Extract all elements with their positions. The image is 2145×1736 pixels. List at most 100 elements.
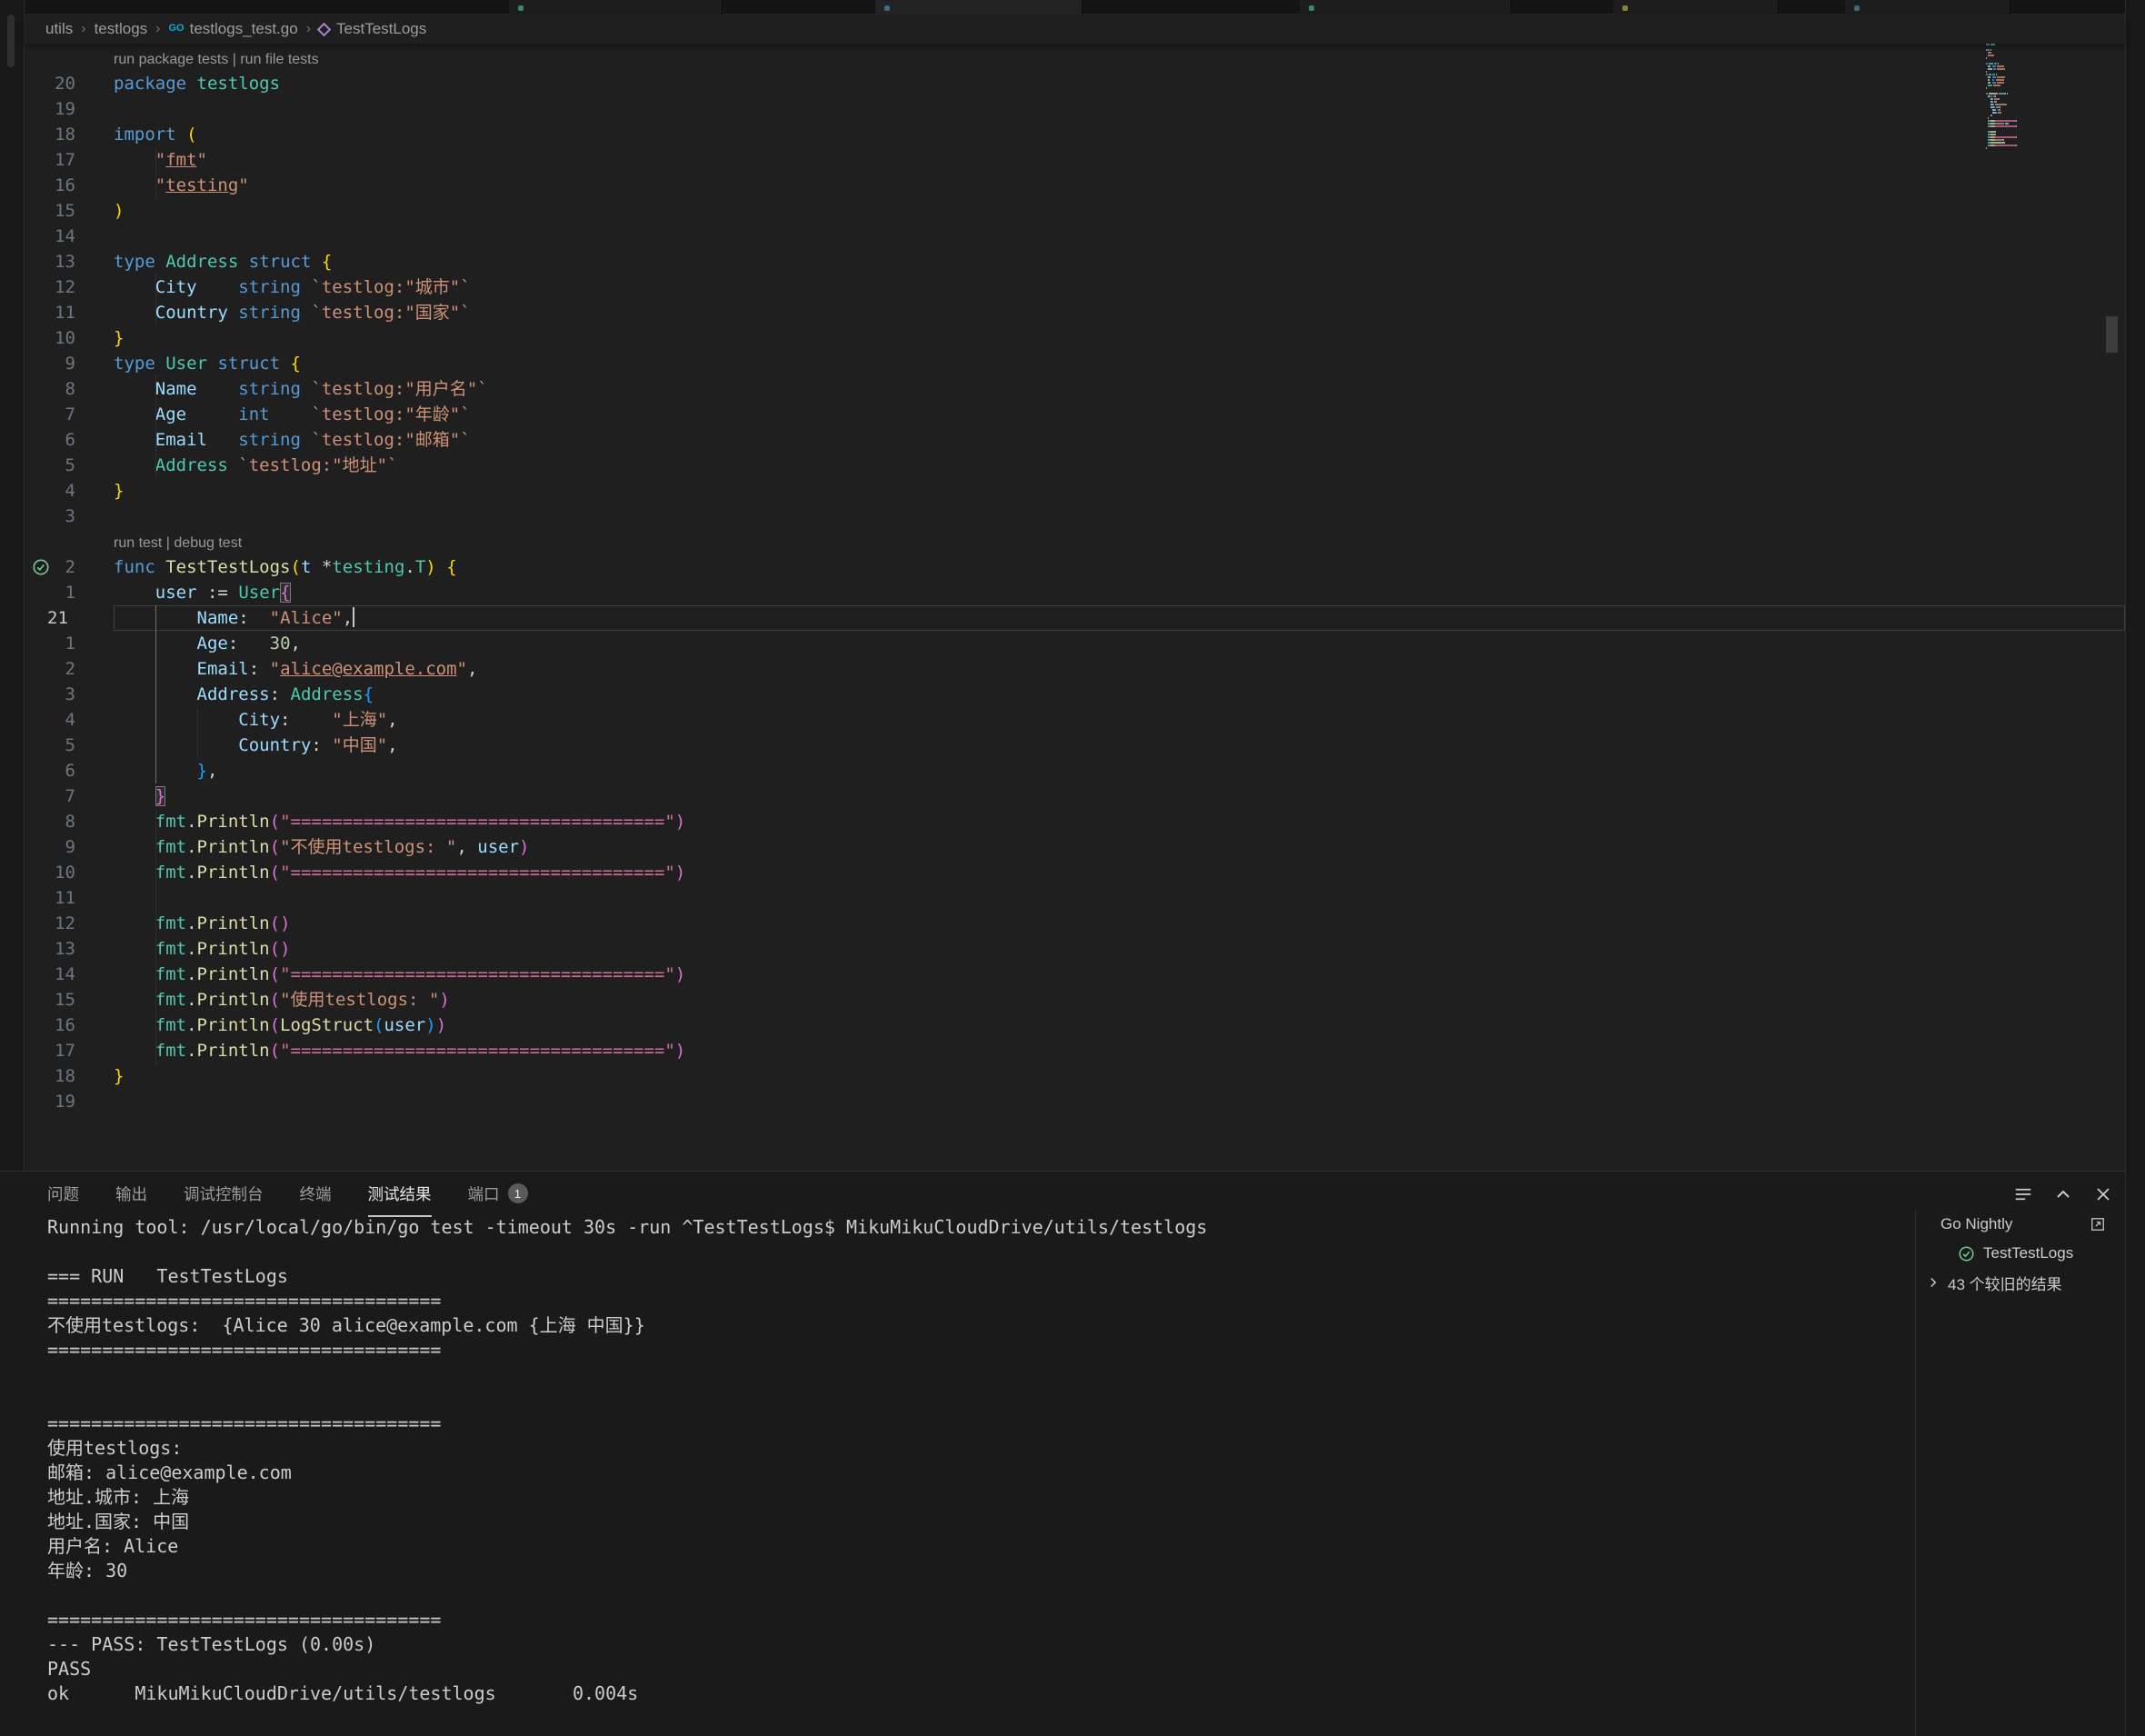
code-line[interactable]: 9type User struct { bbox=[25, 351, 2125, 376]
code-token: fmt bbox=[155, 913, 186, 933]
code-token bbox=[155, 557, 165, 577]
code-token: . bbox=[186, 812, 196, 832]
editor-scrollbar[interactable] bbox=[2106, 316, 2118, 353]
code-line[interactable]: 18} bbox=[25, 1063, 2125, 1089]
code-line[interactable]: 19 bbox=[25, 1089, 2125, 1114]
panel-tab-debug-console[interactable]: 调试控制台 bbox=[184, 1172, 264, 1217]
code-line[interactable]: 19 bbox=[25, 96, 2125, 122]
editor-tab[interactable] bbox=[875, 0, 1082, 15]
code-token bbox=[301, 379, 311, 399]
code-text: Age int `testlog:"年龄"` bbox=[114, 402, 2125, 427]
bottom-panel: 问题 输出 调试控制台 终端 测试结果 端口1 Running tool: /u… bbox=[0, 1171, 2145, 1736]
indent-guide bbox=[197, 707, 198, 733]
code-line[interactable]: 15) bbox=[25, 198, 2125, 224]
code-line[interactable]: 15 fmt.Println("使用testlogs: ") bbox=[25, 987, 2125, 1013]
code-line[interactable]: 2func TestTestLogs(t *testing.T) { bbox=[25, 554, 2125, 580]
test-provider-header[interactable]: Go Nightly bbox=[1916, 1210, 2125, 1239]
chevron-up-icon[interactable] bbox=[2052, 1183, 2074, 1205]
code-line[interactable]: 5 Country: "中国", bbox=[25, 733, 2125, 758]
code-line[interactable]: 18import ( bbox=[25, 122, 2125, 147]
code-line[interactable]: 3 bbox=[25, 504, 2125, 529]
code-line[interactable]: 11 Country string `testlog:"国家"` bbox=[25, 300, 2125, 325]
code-line[interactable]: 5 Address `testlog:"地址"` bbox=[25, 453, 2125, 478]
list-view-icon[interactable] bbox=[2012, 1183, 2034, 1205]
code-token bbox=[249, 608, 270, 628]
code-line[interactable]: 8 fmt.Println("=========================… bbox=[25, 809, 2125, 834]
code-line[interactable]: 17 fmt.Println("========================… bbox=[25, 1038, 2125, 1063]
code-line[interactable]: 10} bbox=[25, 325, 2125, 351]
code-line[interactable]: 4 City: "上海", bbox=[25, 707, 2125, 733]
code-line[interactable]: 14 bbox=[25, 224, 2125, 249]
code-line[interactable]: 1 user := User{ bbox=[25, 580, 2125, 605]
code-line[interactable]: 13type Address struct { bbox=[25, 249, 2125, 274]
code-token: } bbox=[114, 328, 124, 348]
breadcrumb-item-folder[interactable]: utils bbox=[45, 20, 73, 38]
line-number: 4 bbox=[25, 478, 114, 504]
code-line[interactable]: 13 fmt.Println() bbox=[25, 936, 2125, 962]
code-editor[interactable]: run package tests | run file tests20pack… bbox=[25, 44, 2125, 1171]
codelens-link[interactable]: run test bbox=[114, 535, 162, 551]
breadcrumb-item-folder[interactable]: testlogs bbox=[95, 20, 148, 38]
open-in-editor-icon[interactable] bbox=[2089, 1215, 2107, 1233]
code-token bbox=[114, 710, 238, 730]
code-line[interactable]: 7 } bbox=[25, 783, 2125, 809]
code-line[interactable]: 10 fmt.Println("========================… bbox=[25, 860, 2125, 885]
line-number: 18 bbox=[25, 122, 114, 147]
code-line[interactable]: 16 "testing" bbox=[25, 173, 2125, 198]
code-line[interactable]: 21 Name: "Alice", bbox=[25, 605, 2125, 631]
test-pass-gutter-icon[interactable] bbox=[32, 558, 50, 576]
test-result-item[interactable]: TestTestLogs bbox=[1916, 1239, 2125, 1268]
scroll-grip bbox=[7, 15, 15, 67]
editor-tab[interactable] bbox=[1300, 0, 1511, 15]
code-token: { bbox=[446, 557, 456, 577]
panel-tab-ports[interactable]: 端口1 bbox=[468, 1172, 528, 1217]
code-line[interactable]: 12 fmt.Println() bbox=[25, 911, 2125, 936]
code-token: "使用testlogs: " bbox=[280, 990, 439, 1010]
line-number: 15 bbox=[25, 987, 114, 1013]
code-line[interactable]: 4} bbox=[25, 478, 2125, 504]
code-line[interactable]: 12 City string `testlog:"城市"` bbox=[25, 274, 2125, 300]
panel-tab-terminal[interactable]: 终端 bbox=[300, 1172, 332, 1217]
codelens-link[interactable]: run file tests bbox=[240, 52, 318, 67]
panel-tab-problems[interactable]: 问题 bbox=[47, 1172, 79, 1217]
code-text: fmt.Println() bbox=[114, 936, 2125, 962]
code-line[interactable]: 16 fmt.Println(LogStruct(user)) bbox=[25, 1013, 2125, 1038]
code-line[interactable]: 17 "fmt" bbox=[25, 147, 2125, 173]
code-token: " bbox=[155, 175, 165, 195]
panel-tab-test-results[interactable]: 测试结果 bbox=[368, 1172, 432, 1217]
breadcrumb-item-file[interactable]: testlogs_test.go bbox=[190, 20, 298, 38]
vscode-window: utils › testlogs › GO testlogs_test.go ›… bbox=[0, 0, 2145, 1736]
code-token: Println bbox=[197, 837, 270, 857]
code-token bbox=[197, 583, 207, 603]
minimap[interactable] bbox=[1986, 44, 2057, 153]
panel-tab-output[interactable]: 输出 bbox=[115, 1172, 147, 1217]
code-line[interactable]: 2 Email: "alice@example.com", bbox=[25, 656, 2125, 682]
code-token bbox=[197, 277, 239, 297]
breadcrumb-item-symbol[interactable]: TestTestLogs bbox=[336, 20, 426, 38]
code-line[interactable]: 11 bbox=[25, 885, 2125, 911]
close-icon[interactable] bbox=[2092, 1183, 2114, 1205]
code-token: ) bbox=[425, 1015, 435, 1035]
indent-guide bbox=[155, 733, 156, 758]
code-line[interactable]: 1 Age: 30, bbox=[25, 631, 2125, 656]
code-token: fmt bbox=[155, 990, 186, 1010]
code-line[interactable]: 3 Address: Address{ bbox=[25, 682, 2125, 707]
code-line[interactable]: 6 }, bbox=[25, 758, 2125, 783]
code-line[interactable]: 8 Name string `testlog:"用户名"` bbox=[25, 376, 2125, 402]
code-line[interactable]: 9 fmt.Println("不使用testlogs: ", user) bbox=[25, 834, 2125, 860]
editor-tab[interactable] bbox=[1613, 0, 1779, 15]
code-token: ) bbox=[675, 1041, 685, 1061]
codelens-link[interactable]: run package tests bbox=[114, 52, 228, 67]
codelens-link[interactable]: debug test bbox=[174, 535, 242, 551]
line-number: 12 bbox=[25, 911, 114, 936]
editor-tab[interactable] bbox=[509, 0, 723, 15]
code-line[interactable]: 14 fmt.Println("========================… bbox=[25, 962, 2125, 987]
line-number: 1 bbox=[25, 580, 114, 605]
code-text: Name: "Alice", bbox=[114, 605, 2125, 631]
code-line[interactable]: 20package testlogs bbox=[25, 71, 2125, 96]
code-line[interactable]: 7 Age int `testlog:"年龄"` bbox=[25, 402, 2125, 427]
older-results-item[interactable]: 43 个较旧的结果 bbox=[1916, 1268, 2125, 1297]
code-line[interactable]: 6 Email string `testlog:"邮箱"` bbox=[25, 427, 2125, 453]
editor-tab[interactable] bbox=[1845, 0, 2010, 15]
code-token: " bbox=[457, 659, 467, 679]
